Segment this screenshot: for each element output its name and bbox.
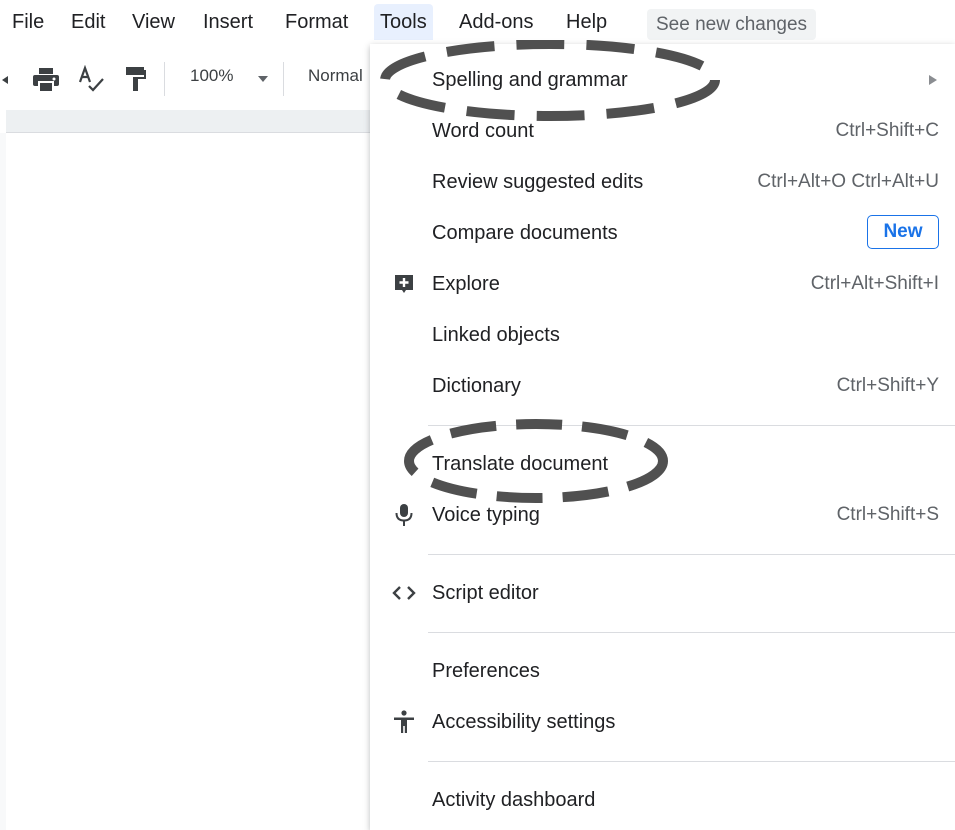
menu-item-voice-typing[interactable]: Voice typing Ctrl+Shift+S xyxy=(370,493,955,537)
new-badge: New xyxy=(867,215,939,249)
chevron-down-icon xyxy=(258,76,268,82)
menu-separator xyxy=(428,632,955,633)
menu-item-label: Word count xyxy=(432,120,534,142)
menu-item-label: Spelling and grammar xyxy=(432,69,628,91)
accessibility-icon xyxy=(392,710,416,734)
menu-item-preferences[interactable]: Preferences xyxy=(370,649,955,693)
menu-item-label: Linked objects xyxy=(432,324,560,346)
menu-item-label: Activity dashboard xyxy=(432,789,596,811)
menu-item-label: Compare documents xyxy=(432,222,618,244)
menu-item-label: Accessibility settings xyxy=(432,711,616,733)
print-icon[interactable] xyxy=(30,66,62,94)
menu-item-label: Script editor xyxy=(432,582,539,604)
explore-icon xyxy=(392,272,416,296)
menu-item-spelling-and-grammar[interactable]: Spelling and grammar xyxy=(370,58,955,102)
redo-icon[interactable] xyxy=(0,70,14,90)
tools-menu: Spelling and grammar Word count Ctrl+Shi… xyxy=(370,44,955,830)
menu-item-label: Preferences xyxy=(432,660,540,682)
menu-item-label: Translate document xyxy=(432,453,609,475)
menu-format[interactable]: Format xyxy=(279,4,354,40)
menu-item-dictionary[interactable]: Dictionary Ctrl+Shift+Y xyxy=(370,364,955,408)
menu-item-translate-document[interactable]: Translate document xyxy=(370,442,955,486)
document-margin xyxy=(0,133,6,830)
menu-edit[interactable]: Edit xyxy=(65,4,111,40)
menu-item-label: Dictionary xyxy=(432,375,521,397)
menu-help[interactable]: Help xyxy=(560,4,613,40)
menu-separator xyxy=(428,554,955,555)
menu-insert[interactable]: Insert xyxy=(197,4,259,40)
menu-add-ons[interactable]: Add-ons xyxy=(453,4,540,40)
menu-separator xyxy=(428,761,955,762)
menu-item-shortcut: Ctrl+Shift+S xyxy=(836,504,939,525)
menu-view[interactable]: View xyxy=(126,4,181,40)
menu-item-review-suggested-edits[interactable]: Review suggested edits Ctrl+Alt+O Ctrl+A… xyxy=(370,160,955,204)
ruler xyxy=(6,110,370,133)
menu-item-shortcut: Ctrl+Alt+Shift+I xyxy=(810,273,939,294)
menu-item-label: Explore xyxy=(432,273,500,295)
menu-item-shortcut: Ctrl+Shift+Y xyxy=(836,375,939,396)
menu-item-shortcut: Ctrl+Alt+O Ctrl+Alt+U xyxy=(757,171,939,192)
menu-item-activity-dashboard[interactable]: Activity dashboard xyxy=(370,778,955,822)
menu-item-explore[interactable]: Explore Ctrl+Alt+Shift+I xyxy=(370,262,955,306)
microphone-icon xyxy=(392,503,416,527)
menu-item-shortcut: Ctrl+Shift+C xyxy=(835,120,939,141)
toolbar-divider xyxy=(283,62,284,96)
see-new-changes-link[interactable]: See new changes xyxy=(647,9,817,40)
toolbar-divider xyxy=(164,62,165,96)
menu-item-compare-documents[interactable]: Compare documents New xyxy=(370,211,955,255)
menu-file[interactable]: File xyxy=(6,4,50,40)
menu-item-accessibility-settings[interactable]: Accessibility settings xyxy=(370,700,955,744)
code-icon xyxy=(392,581,416,605)
menu-item-label: Voice typing xyxy=(432,504,540,526)
menu-item-label: Review suggested edits xyxy=(432,171,644,193)
menu-bar: File Edit View Insert Format Tools Add-o… xyxy=(0,0,955,44)
paragraph-style-select[interactable]: Normal xyxy=(308,66,363,86)
zoom-select[interactable]: 100% xyxy=(190,66,233,86)
menu-tools[interactable]: Tools xyxy=(374,4,433,40)
paint-format-icon[interactable] xyxy=(121,64,149,94)
menu-item-word-count[interactable]: Word count Ctrl+Shift+C xyxy=(370,109,955,153)
menu-item-linked-objects[interactable]: Linked objects xyxy=(370,313,955,357)
submenu-arrow-icon xyxy=(929,75,937,85)
menu-item-script-editor[interactable]: Script editor xyxy=(370,571,955,615)
menu-separator xyxy=(428,425,955,426)
spellcheck-icon[interactable] xyxy=(76,64,106,94)
